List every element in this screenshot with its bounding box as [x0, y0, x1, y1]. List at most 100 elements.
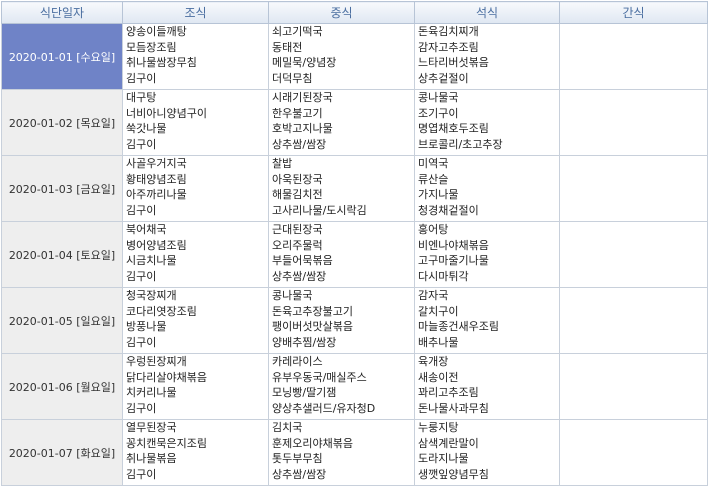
- dish-item: 사골우거지국: [126, 157, 187, 170]
- dish-item: 고사리나물/도시락김: [272, 203, 367, 217]
- snack-cell[interactable]: [559, 221, 708, 288]
- meal-date-cell[interactable]: 2020-01-07 [화요일]: [1, 419, 123, 486]
- table-row[interactable]: 2020-01-06 [월요일] 우렁된장찌개 닭다리살야채볶음 치커리나물 김구이 카레…: [1, 353, 708, 420]
- snack-cell[interactable]: [559, 89, 708, 156]
- snack-cell[interactable]: [559, 23, 708, 90]
- lunch-cell[interactable]: 쇠고기떡국 동태전 메밀묵/양념장 더덕무침: [268, 23, 415, 90]
- dish-item: 병어양념조림: [126, 238, 187, 252]
- dish-item: 우렁된장찌개: [126, 355, 187, 368]
- dish-item: 김구이: [126, 71, 157, 85]
- snack-cell[interactable]: [559, 419, 708, 486]
- dish-item: 느타리버섯볶음: [418, 56, 489, 69]
- dish-item: 코다리엿장조림: [126, 304, 197, 318]
- dish-item: 다시마튀각: [418, 269, 469, 283]
- column-header-snack[interactable]: 간식: [559, 1, 708, 24]
- dish-item: 아욱된장국: [272, 172, 323, 186]
- lunch-cell[interactable]: 콩나물국 돈육고추장불고기 팽이버섯맛살볶음 양배추찜/쌈장: [268, 287, 415, 354]
- dish-item: 류산슬: [418, 172, 449, 186]
- snack-cell[interactable]: [559, 287, 708, 354]
- dish-item: 시금치나물: [126, 254, 177, 267]
- dish-item: 동태전: [272, 40, 303, 54]
- breakfast-cell[interactable]: 사골우거지국 황태양념조림 아주까리나물 김구이: [122, 155, 269, 222]
- lunch-cell[interactable]: 근대된장국 오리주물럭 부들어묵볶음 상추쌈/쌈장: [268, 221, 415, 288]
- dinner-cell[interactable]: 누룽지탕 삼색계란말이 도라지나물 생깻잎양념무침: [414, 419, 560, 486]
- dish-item: 조기구이: [418, 106, 459, 120]
- column-header-dinner[interactable]: 석식: [414, 1, 560, 24]
- dish-item: 더덕무침: [272, 71, 313, 85]
- breakfast-cell[interactable]: 북어채국 병어양념조림 시금치나물 김구이: [122, 221, 269, 288]
- table-row[interactable]: 2020-01-05 [일요일] 청국장찌개 코다리엿장조림 방풍나물 김구이 콩나물국 돈…: [1, 287, 708, 354]
- dish-item: 상추쌈/쌈장: [272, 467, 327, 481]
- dinner-cell[interactable]: 미역국 류산슬 가지나물 청경채겉절이: [414, 155, 560, 222]
- dish-item: 감자고추조림: [418, 40, 479, 54]
- dish-item: 쇠고기떡국: [272, 25, 323, 38]
- table-body: 2020-01-01 [수요일] 양송이들깨탕 모듬장조림 취나물쌈장무침 김구이 쇠고기…: [1, 23, 708, 486]
- breakfast-cell[interactable]: 우렁된장찌개 닭다리살야채볶음 치커리나물 김구이: [122, 353, 269, 420]
- table-row[interactable]: 2020-01-01 [수요일] 양송이들깨탕 모듬장조림 취나물쌈장무침 김구이 쇠고기…: [1, 23, 708, 90]
- dish-item: 누룽지탕: [418, 421, 459, 434]
- dish-item: 고구마줄기나물: [418, 254, 489, 267]
- dish-item: 시래기된장국: [272, 91, 333, 104]
- dish-item: 배추나물: [418, 335, 459, 349]
- table-row[interactable]: 2020-01-04 [토요일] 북어채국 병어양념조림 시금치나물 김구이 근대된장국 오…: [1, 221, 708, 288]
- table-row[interactable]: 2020-01-03 [금요일] 사골우거지국 황태양념조림 아주까리나물 김구이 찰밥아…: [1, 155, 708, 222]
- meal-date-cell[interactable]: 2020-01-01 [수요일]: [1, 23, 123, 90]
- table-row[interactable]: 2020-01-07 [화요일] 열무된장국 꽁치캔묵은지조림 취나물볶음 김구이 김치국…: [1, 419, 708, 486]
- table-header-row: 식단일자 조식 중식 석식 간식: [1, 1, 708, 24]
- meal-date-cell[interactable]: 2020-01-05 [일요일]: [1, 287, 123, 354]
- meal-date-cell[interactable]: 2020-01-03 [금요일]: [1, 155, 123, 222]
- breakfast-cell[interactable]: 양송이들깨탕 모듬장조림 취나물쌈장무침 김구이: [122, 23, 269, 90]
- meal-date-cell[interactable]: 2020-01-02 [목요일]: [1, 89, 123, 156]
- dish-item: 청국장찌개: [126, 289, 177, 302]
- dinner-cell[interactable]: 돈육김치찌개감자고추조림느타리버섯볶음상추겉절이: [414, 23, 560, 90]
- dish-item: 찰밥: [272, 157, 293, 170]
- dish-item: 쑥갓나물: [126, 122, 167, 135]
- dish-item: 대구탕: [126, 91, 157, 104]
- dish-item: 상추쌈/쌈장: [272, 137, 327, 151]
- dish-item: 브로콜리/초고추장: [418, 137, 503, 151]
- table-row[interactable]: 2020-01-02 [목요일] 대구탕 너비아니양념구이 쑥갓나물 김구이 시래기된장국…: [1, 89, 708, 156]
- dish-item: 양배추찜/쌈장: [272, 335, 337, 349]
- snack-cell[interactable]: [559, 353, 708, 420]
- lunch-cell[interactable]: 시래기된장국 한우불고기 호박고지나물 상추쌈/쌈장: [268, 89, 415, 156]
- dinner-cell[interactable]: 콩나물국 조기구이 명엽채호두조림 브로콜리/초고추장: [414, 89, 560, 156]
- meal-date-cell[interactable]: 2020-01-06 [월요일]: [1, 353, 123, 420]
- dish-item: 김구이: [126, 269, 157, 283]
- breakfast-cell[interactable]: 청국장찌개 코다리엿장조림 방풍나물 김구이: [122, 287, 269, 354]
- dish-item: 꽈리고추조림: [418, 386, 479, 399]
- dish-item: 닭다리살야채볶음: [126, 370, 207, 384]
- dish-item: 콩나물국: [272, 289, 313, 302]
- dinner-cell[interactable]: 감자국 갈치구이 마늘종건새우조림 배추나물: [414, 287, 560, 354]
- dish-item: 김구이: [126, 137, 157, 151]
- column-header-date[interactable]: 식단일자: [1, 1, 123, 24]
- breakfast-cell[interactable]: 열무된장국 꽁치캔묵은지조림 취나물볶음 김구이: [122, 419, 269, 486]
- dish-item: 상추겉절이: [418, 71, 469, 85]
- dinner-cell[interactable]: 홍어탕 비엔나야채볶음 고구마줄기나물 다시마튀각: [414, 221, 560, 288]
- dish-item: 열무된장국: [126, 421, 177, 434]
- dish-item: 취나물쌈장무침: [126, 56, 197, 69]
- dish-item: 카레라이스: [272, 355, 323, 368]
- column-header-lunch[interactable]: 중식: [268, 1, 415, 24]
- dish-item: 가지나물: [418, 188, 459, 201]
- column-header-breakfast[interactable]: 조식: [122, 1, 269, 24]
- dish-item: 돈나물사과무침: [418, 401, 489, 415]
- breakfast-cell[interactable]: 대구탕너비아니양념구이쑥갓나물김구이: [122, 89, 269, 156]
- lunch-cell[interactable]: 카레라이스 유부우동국/매실주스 모닝빵/딸기잼 양상추샐러드/유자청D: [268, 353, 415, 420]
- dish-item: 톳두부무침: [272, 452, 323, 465]
- dish-item: 미역국: [418, 157, 449, 170]
- dish-item: 갈치구이: [418, 304, 459, 318]
- dinner-cell[interactable]: 육개장 새송이전 꽈리고추조림 돈나물사과무침: [414, 353, 560, 420]
- dish-item: 너비아니양념구이: [126, 106, 207, 120]
- meal-schedule-table: 식단일자 조식 중식 석식 간식 2020-01-01 [수요일] 양송이들깨탕 모…: [1, 1, 708, 486]
- dish-item: 양송이들깨탕: [126, 25, 187, 38]
- lunch-cell[interactable]: 찰밥 아욱된장국 해물김치전 고사리나물/도시락김: [268, 155, 415, 222]
- dish-item: 치커리나물: [126, 386, 177, 399]
- dish-item: 꽁치캔묵은지조림: [126, 436, 207, 450]
- dish-item: 김구이: [126, 203, 157, 217]
- dish-item: 도라지나물: [418, 452, 469, 465]
- dish-item: 한우불고기: [272, 106, 323, 120]
- dish-item: 돈육김치찌개: [418, 25, 479, 38]
- snack-cell[interactable]: [559, 155, 708, 222]
- meal-date-cell[interactable]: 2020-01-04 [토요일]: [1, 221, 123, 288]
- lunch-cell[interactable]: 김치국 훈제오리야채볶음 톳두부무침 상추쌈/쌈장: [268, 419, 415, 486]
